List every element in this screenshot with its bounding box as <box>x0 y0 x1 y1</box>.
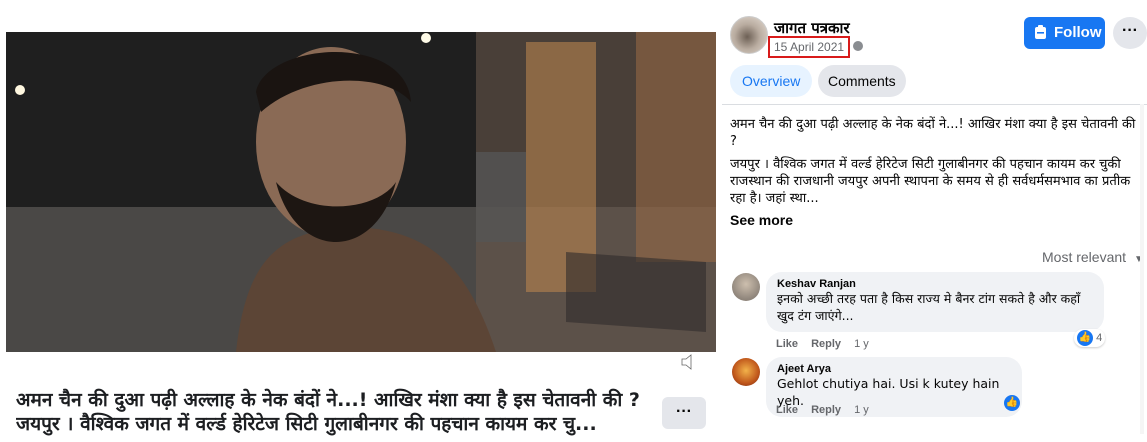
like-link[interactable]: Like <box>776 338 798 350</box>
commenter-avatar[interactable] <box>732 273 760 301</box>
comment-bubble: Keshav Ranjan इनको अच्छी तरह पता है किस … <box>766 272 1104 332</box>
page-avatar[interactable] <box>730 16 768 54</box>
post-date-link[interactable]: 15 April 2021 <box>768 36 851 58</box>
comment-text: इनको अच्छी तरह पता है किस राज्य मे बैनर … <box>777 291 1081 323</box>
see-more-link[interactable]: See more <box>730 212 793 228</box>
scrollbar[interactable] <box>1140 104 1144 434</box>
like-link[interactable]: Like <box>776 404 798 416</box>
page-name-link[interactable]: जागत पत्रकार <box>774 18 850 38</box>
post-panel: जागत पत्रकार 15 April 2021 Follow ··· Ov… <box>722 0 1147 442</box>
reaction-count[interactable]: 👍 <box>1004 394 1020 412</box>
like-reaction-icon: 👍 <box>1004 394 1020 411</box>
reply-link[interactable]: Reply <box>811 404 841 416</box>
post-more-button[interactable]: ··· <box>1113 17 1147 49</box>
video-still-image <box>6 32 716 352</box>
follow-icon <box>1035 25 1046 39</box>
caption-more-button[interactable]: ··· <box>662 397 706 429</box>
comment-sort-dropdown[interactable]: Most relevant ▼ <box>1042 249 1144 265</box>
divider <box>722 104 1147 105</box>
comment-time[interactable]: 1 y <box>854 404 869 416</box>
comment-author[interactable]: Keshav Ranjan <box>777 278 1093 290</box>
reaction-count[interactable]: 👍 4 <box>1074 329 1106 347</box>
description-headline: अमन चैन की दुआ पढ़ी अल्लाह के नेक बंदों … <box>730 117 1136 149</box>
video-caption: अमन चैन की दुआ पढ़ी अल्लाह के नेक बंदों … <box>16 389 640 435</box>
mute-icon[interactable] <box>680 352 704 372</box>
sort-label: Most relevant <box>1042 249 1127 265</box>
video-frame[interactable] <box>6 32 716 352</box>
like-reaction-icon: 👍 <box>1077 330 1093 346</box>
comment-time[interactable]: 1 y <box>854 338 869 350</box>
reaction-count-value: 4 <box>1096 331 1103 344</box>
video-player[interactable] <box>0 0 720 378</box>
tab-overview[interactable]: Overview <box>730 65 813 97</box>
commenter-avatar[interactable] <box>732 358 760 386</box>
comment-author[interactable]: Ajeet Arya <box>777 363 1011 375</box>
reply-link[interactable]: Reply <box>811 338 841 350</box>
globe-icon <box>853 41 863 51</box>
follow-button[interactable]: Follow <box>1024 17 1105 49</box>
comment-actions: Like Reply 1 y <box>776 338 879 350</box>
follow-label: Follow <box>1054 24 1102 41</box>
description-body: जयपुर । वैश्विक जगत में वर्ल्ड हेरिटेज स… <box>730 157 1131 206</box>
post-description: अमन चैन की दुआ पढ़ी अल्लाह के नेक बंदों … <box>730 116 1140 213</box>
comment-actions: Like Reply 1 y <box>776 404 879 416</box>
tab-comments[interactable]: Comments <box>818 65 906 97</box>
